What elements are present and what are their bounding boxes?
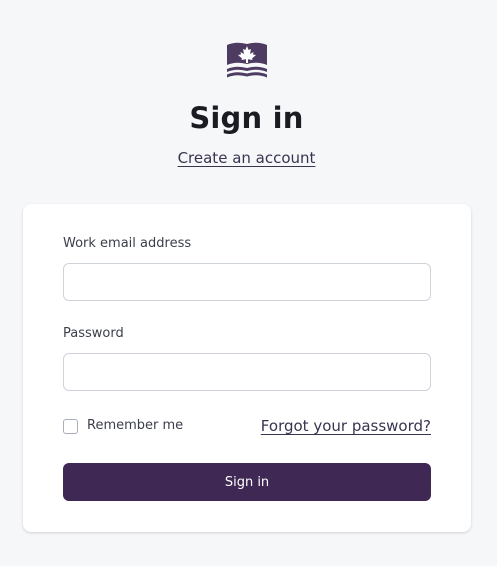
forgot-password-link[interactable]: Forgot your password?: [261, 417, 431, 435]
password-field[interactable]: [63, 353, 431, 391]
remember-me-label: Remember me: [87, 418, 184, 433]
sign-in-button[interactable]: Sign in: [63, 463, 431, 501]
password-label: Password: [63, 326, 124, 341]
maple-leaf-flag-icon: [227, 42, 267, 78]
sign-in-page: Sign in Create an account Work email add…: [0, 0, 497, 566]
create-account-link[interactable]: Create an account: [0, 149, 493, 167]
email-field[interactable]: [63, 263, 431, 301]
page-title: Sign in: [189, 101, 304, 135]
remember-me-checkbox[interactable]: [63, 419, 78, 434]
sign-in-card: Work email address Password Remember me …: [23, 204, 471, 532]
email-label: Work email address: [63, 236, 192, 251]
